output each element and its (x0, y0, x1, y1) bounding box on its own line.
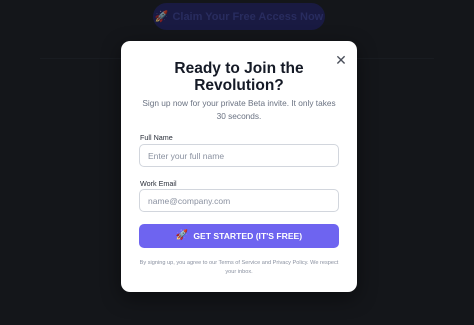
get-started-button[interactable]: 🚀 GET STARTED (IT'S FREE) (139, 224, 339, 248)
modal-subtitle: Sign up now for your private Beta invite… (142, 98, 336, 121)
full-name-label: Full Name (140, 133, 173, 142)
signup-modal: ✕ Ready to Join the Revolution? Sign up … (121, 41, 357, 292)
rocket-icon: 🚀 (175, 230, 189, 241)
work-email-input[interactable] (139, 189, 339, 212)
work-email-label: Work Email (140, 179, 177, 188)
privacy-link[interactable]: Privacy Policy (273, 260, 307, 266)
fine-print: By signing up, you agree to our Terms of… (137, 259, 341, 276)
get-started-label: GET STARTED (IT'S FREE) (193, 231, 303, 241)
modal-title: Ready to Join the Revolution? (174, 60, 304, 94)
full-name-input[interactable] (139, 144, 339, 167)
terms-link[interactable]: Terms of Service (219, 260, 261, 266)
fine-print-and: and (260, 260, 273, 266)
fine-print-prefix: By signing up, you agree to our (139, 260, 219, 266)
